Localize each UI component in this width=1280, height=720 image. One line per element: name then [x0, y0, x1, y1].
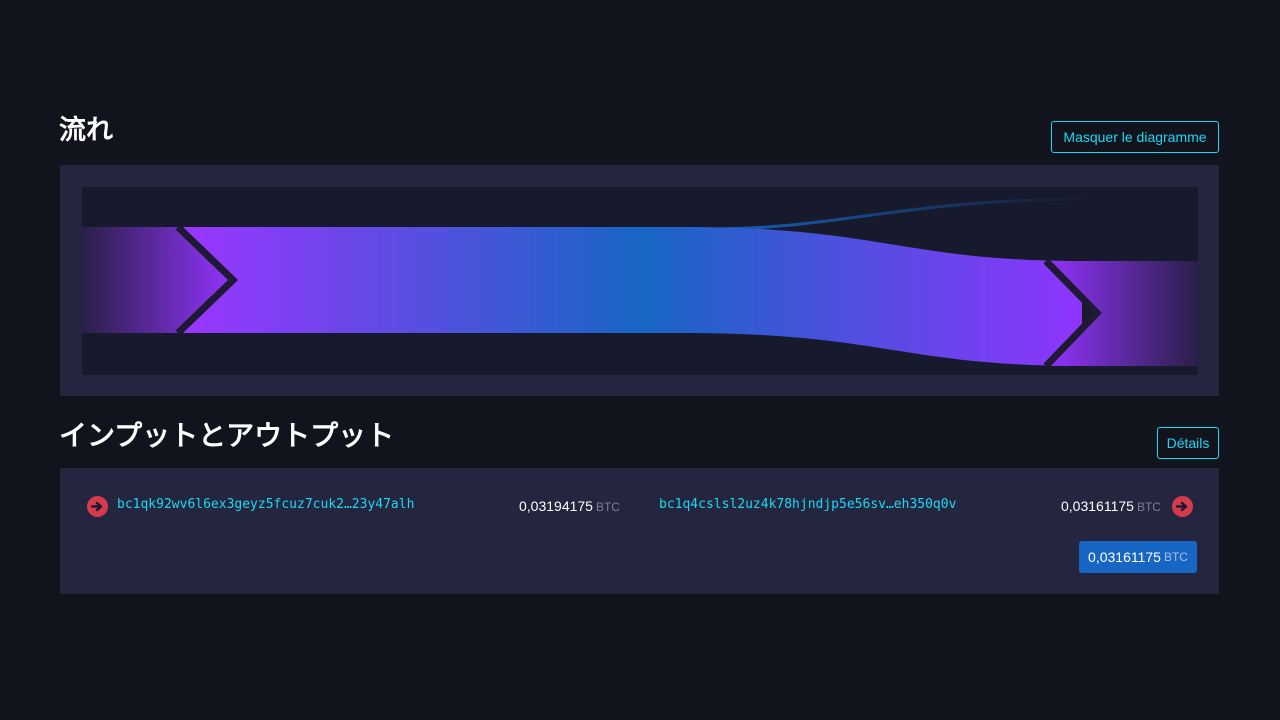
inputs-outputs-panel: bc1qk92wv6l6ex3geyz5fcuz7cuk2…23y47alh 0…: [60, 468, 1219, 594]
details-button[interactable]: Détails: [1157, 427, 1219, 459]
total-amount-badge: 0,03161175 BTC: [1079, 541, 1197, 573]
arrow-right-glyph: [1176, 501, 1188, 512]
flow-diagram-panel: [60, 165, 1219, 396]
hide-diagram-button[interactable]: Masquer le diagramme: [1051, 121, 1219, 153]
inputs-outputs-title: インプットとアウトプット: [59, 419, 395, 452]
arrow-right-circle-icon[interactable]: [1172, 496, 1193, 517]
input-amount-unit: BTC: [595, 500, 620, 514]
total-amount-unit: BTC: [1163, 550, 1188, 564]
arrow-right-circle-icon[interactable]: [87, 496, 108, 517]
input-amount: 0,03194175 BTC: [519, 498, 620, 514]
output-amount: 0,03161175 BTC: [1061, 498, 1161, 514]
total-amount-value: 0,03161175: [1088, 549, 1161, 565]
output-amount-value: 0,03161175: [1061, 498, 1134, 514]
flow-section-title: 流れ: [59, 115, 113, 146]
flow-sankey-diagram: [82, 187, 1198, 375]
input-amount-value: 0,03194175: [519, 498, 593, 514]
arrow-right-glyph: [91, 501, 103, 512]
input-address-link[interactable]: bc1qk92wv6l6ex3geyz5fcuz7cuk2…23y47alh: [117, 497, 414, 512]
output-amount-unit: BTC: [1136, 500, 1161, 514]
output-address-link[interactable]: bc1q4cslsl2uz4k78hjndjp5e56sv…eh350q0v: [659, 497, 956, 512]
